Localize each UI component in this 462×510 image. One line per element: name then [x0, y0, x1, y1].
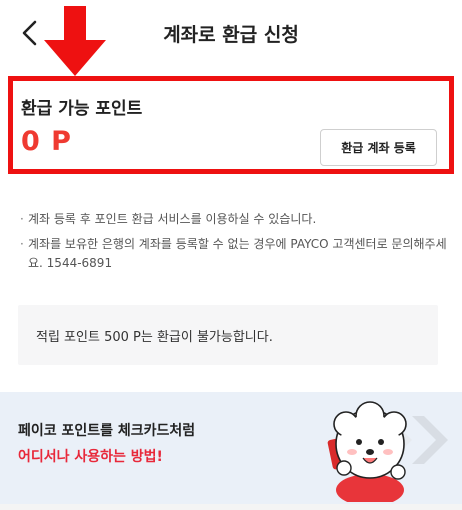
promo-banner[interactable]: 페이코 포인트를 체크카드처럼 어디서나 사용하는 방법!: [0, 392, 462, 504]
refundable-points-label: 환급 가능 포인트: [21, 99, 143, 119]
refundable-points-value: 0 P: [21, 126, 72, 157]
mascot-dog-illustration-icon: [327, 401, 448, 502]
refundable-points-card: 환급 가능 포인트 0 P 환급 계좌 등록: [8, 76, 454, 174]
bottom-divider: [0, 504, 462, 510]
info-box-text: 적립 포인트 500 P는 환급이 불가능합니다.: [36, 329, 273, 345]
banner-subheadline: 어디서나 사용하는 방법!: [18, 449, 163, 465]
info-box: 적립 포인트 500 P는 환급이 불가능합니다.: [18, 305, 438, 365]
notice-list: 계좌 등록 후 포인트 환급 서비스를 이용하실 수 있습니다. 계좌를 보유한…: [20, 210, 450, 279]
register-refund-account-button[interactable]: 환급 계좌 등록: [320, 129, 437, 166]
banner-headline: 페이코 포인트를 체크카드처럼: [18, 423, 196, 439]
annotation-arrow-icon: [44, 6, 106, 76]
notice-item: 계좌 등록 후 포인트 환급 서비스를 이용하실 수 있습니다.: [20, 210, 450, 229]
notice-item: 계좌를 보유한 은행의 계좌를 등록할 수 없는 경우에 PAYCO 고객센터로…: [20, 235, 450, 273]
